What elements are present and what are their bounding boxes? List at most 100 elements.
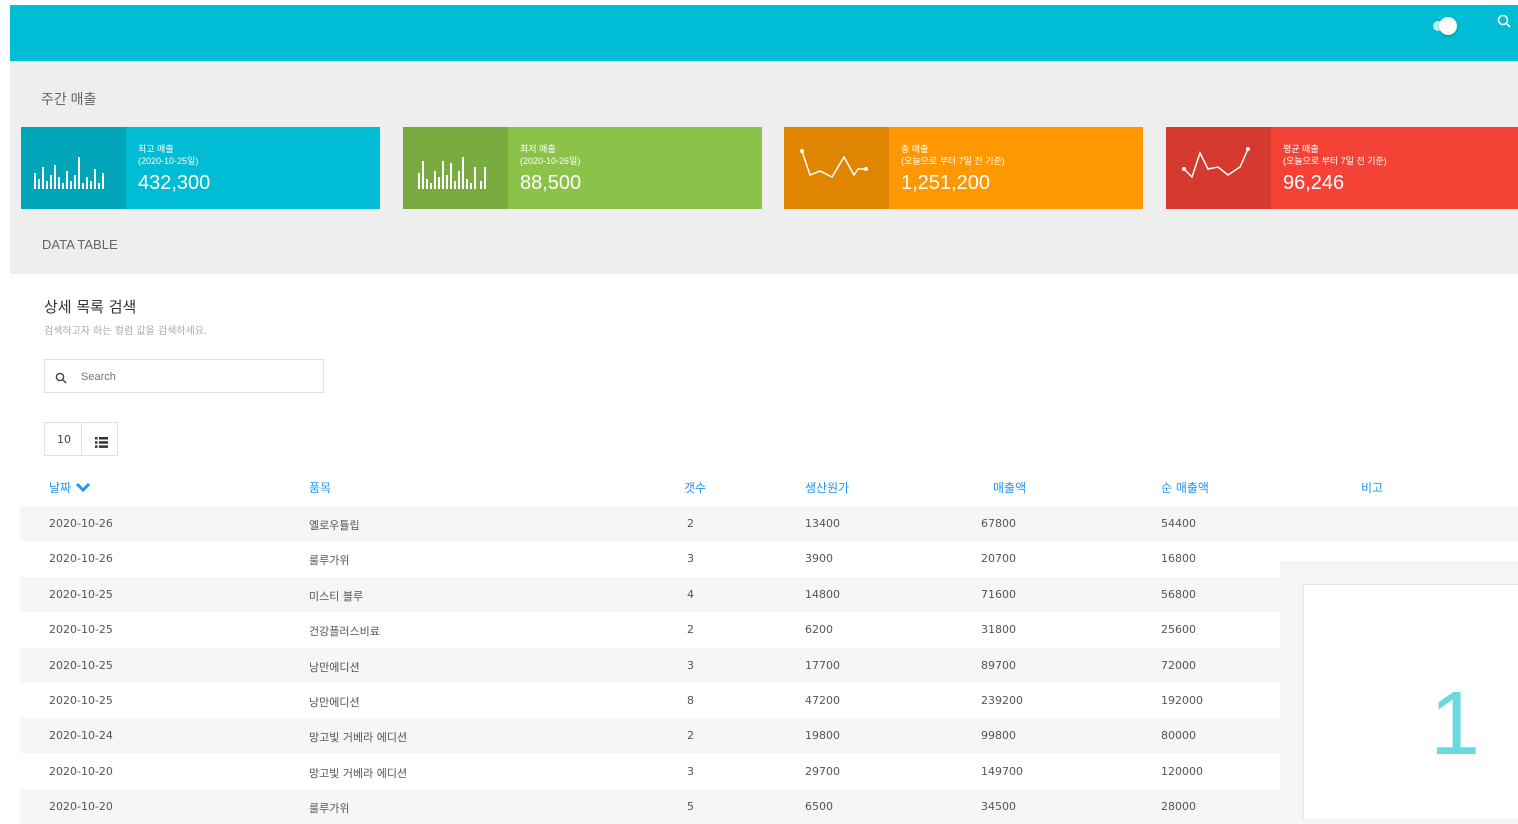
card-value: 96,246 <box>1283 172 1345 194</box>
cell-quantity: 5 <box>687 800 694 814</box>
cell-item: 망고빛 거베라 에디션 <box>309 766 408 780</box>
cell-net-revenue: 28000 <box>1161 800 1196 814</box>
column-header-net-revenue[interactable]: 순 매출액 <box>1161 479 1209 496</box>
cell-revenue: 239200 <box>981 694 1023 707</box>
card-date: (2020-10-26일) <box>520 156 581 166</box>
cell-cost: 14800 <box>805 587 840 601</box>
cell-quantity: 3 <box>687 552 694 566</box>
card-label: 총 매출 (오늘으로 부터 7일 전 기준) <box>901 143 1005 167</box>
cell-net-revenue: 72000 <box>1161 658 1196 672</box>
top-bar <box>10 5 1518 61</box>
overlay-card: 1 <box>1303 584 1518 819</box>
cell-date: 2020-10-25 <box>49 587 113 601</box>
card-total-sales: 총 매출 (오늘으로 부터 7일 전 기준) 1,251,200 <box>784 127 1143 209</box>
cell-revenue: 71600 <box>981 587 1016 601</box>
line-chart-icon <box>1166 127 1271 209</box>
cell-item: 미스티 블루 <box>309 589 364 603</box>
cell-revenue: 31800 <box>981 623 1016 637</box>
cell-date: 2020-10-26 <box>49 517 113 530</box>
page-size-value: 10 <box>57 433 71 446</box>
list-icon[interactable] <box>95 433 108 452</box>
card-date: (오늘으로 부터 7일 전 기준) <box>1283 156 1387 166</box>
cell-revenue: 67800 <box>981 517 1016 530</box>
cell-revenue: 99800 <box>981 729 1016 743</box>
card-value: 1,251,200 <box>901 172 990 194</box>
cell-quantity: 4 <box>687 587 694 601</box>
cell-quantity: 2 <box>687 623 694 637</box>
card-min-sales: 최저 매출 (2020-10-26일) 88,500 <box>403 127 762 209</box>
divider <box>81 423 82 455</box>
data-table-title: DATA TABLE <box>42 237 118 252</box>
page-size-selector[interactable]: 10 <box>44 422 118 456</box>
card-title: 평균 매출 <box>1283 144 1319 154</box>
table-row[interactable]: 2020-10-26 옐로우튤립 2 13400 67800 54400 <box>20 506 1518 541</box>
cell-revenue: 89700 <box>981 658 1016 672</box>
cell-net-revenue: 80000 <box>1161 729 1196 743</box>
cell-cost: 17700 <box>805 658 840 672</box>
column-header-item[interactable]: 품목 <box>309 479 331 496</box>
card-avg-sales: 평균 매출 (오늘으로 부터 7일 전 기준) 96,246 <box>1166 127 1518 209</box>
cell-quantity: 2 <box>687 517 694 530</box>
cell-net-revenue: 54400 <box>1161 517 1196 530</box>
card-title: 총 매출 <box>901 144 929 154</box>
column-header-quantity[interactable]: 갯수 <box>684 479 706 496</box>
line-chart-icon <box>784 127 889 209</box>
cell-cost: 47200 <box>805 694 840 707</box>
cell-quantity: 8 <box>687 694 694 707</box>
cell-item: 룰루가위 <box>309 802 350 816</box>
cell-item: 옐로우튤립 <box>309 519 360 532</box>
cell-net-revenue: 120000 <box>1161 764 1203 778</box>
card-max-sales: 최고 매출 (2020-10-25일) 432,300 <box>21 127 380 209</box>
cell-cost: 6200 <box>805 623 833 637</box>
card-label: 최고 매출 (2020-10-25일) <box>138 143 198 167</box>
panel-title: 상세 목록 검색 <box>44 298 137 316</box>
cell-date: 2020-10-25 <box>49 623 113 637</box>
cell-net-revenue: 56800 <box>1161 587 1196 601</box>
search-input[interactable] <box>79 366 313 388</box>
card-label: 최저 매출 (2020-10-26일) <box>520 143 580 167</box>
cell-net-revenue: 192000 <box>1161 694 1203 707</box>
card-date: (2020-10-25일) <box>138 156 199 166</box>
column-header-label: 날짜 <box>49 481 72 495</box>
cell-date: 2020-10-24 <box>49 729 113 743</box>
theme-toggle[interactable] <box>1423 15 1457 37</box>
cell-date: 2020-10-25 <box>49 658 113 672</box>
chevron-down-icon[interactable] <box>75 481 91 495</box>
cell-item: 룰루가위 <box>309 554 350 568</box>
cell-cost: 6500 <box>805 800 833 814</box>
cell-date: 2020-10-20 <box>49 800 113 814</box>
card-value: 432,300 <box>138 172 211 194</box>
cell-quantity: 3 <box>687 764 694 778</box>
overlay-number: 1 <box>1430 674 1481 774</box>
cell-cost: 13400 <box>805 517 840 530</box>
panel-subtitle: 검색하고자 하는 컬럼 값을 검색하세요. <box>44 326 208 337</box>
cell-quantity: 3 <box>687 658 694 672</box>
cell-revenue: 34500 <box>981 800 1016 814</box>
search-icon[interactable] <box>1497 14 1511 32</box>
column-header-date[interactable]: 날짜 <box>49 479 91 496</box>
search-field[interactable] <box>44 359 324 393</box>
cell-quantity: 2 <box>687 729 694 743</box>
card-date: (오늘으로 부터 7일 전 기준) <box>901 156 1005 166</box>
card-title: 최고 매출 <box>138 144 174 154</box>
cell-date: 2020-10-20 <box>49 764 113 778</box>
cell-cost: 19800 <box>805 729 840 743</box>
cell-net-revenue: 16800 <box>1161 552 1196 566</box>
bar-chart-icon <box>21 127 126 209</box>
bar-chart-icon <box>403 127 508 209</box>
cell-item: 건강플러스비료 <box>309 625 380 639</box>
cell-revenue: 20700 <box>981 552 1016 566</box>
toggle-knob <box>1439 17 1457 35</box>
column-header-note[interactable]: 비고 <box>1361 479 1383 496</box>
cell-net-revenue: 25600 <box>1161 623 1196 637</box>
cell-item: 낭만에디션 <box>309 696 360 709</box>
cell-cost: 29700 <box>805 764 840 778</box>
weekly-sales-title: 주간 매출 <box>41 91 97 107</box>
column-header-cost[interactable]: 생산원가 <box>805 479 849 496</box>
card-label: 평균 매출 (오늘으로 부터 7일 전 기준) <box>1283 143 1387 167</box>
search-icon <box>55 369 67 388</box>
column-header-revenue[interactable]: 매출액 <box>993 479 1026 496</box>
card-title: 최저 매출 <box>520 144 556 154</box>
overlay-panel: 1 <box>1280 561 1518 819</box>
cell-date: 2020-10-26 <box>49 552 113 566</box>
